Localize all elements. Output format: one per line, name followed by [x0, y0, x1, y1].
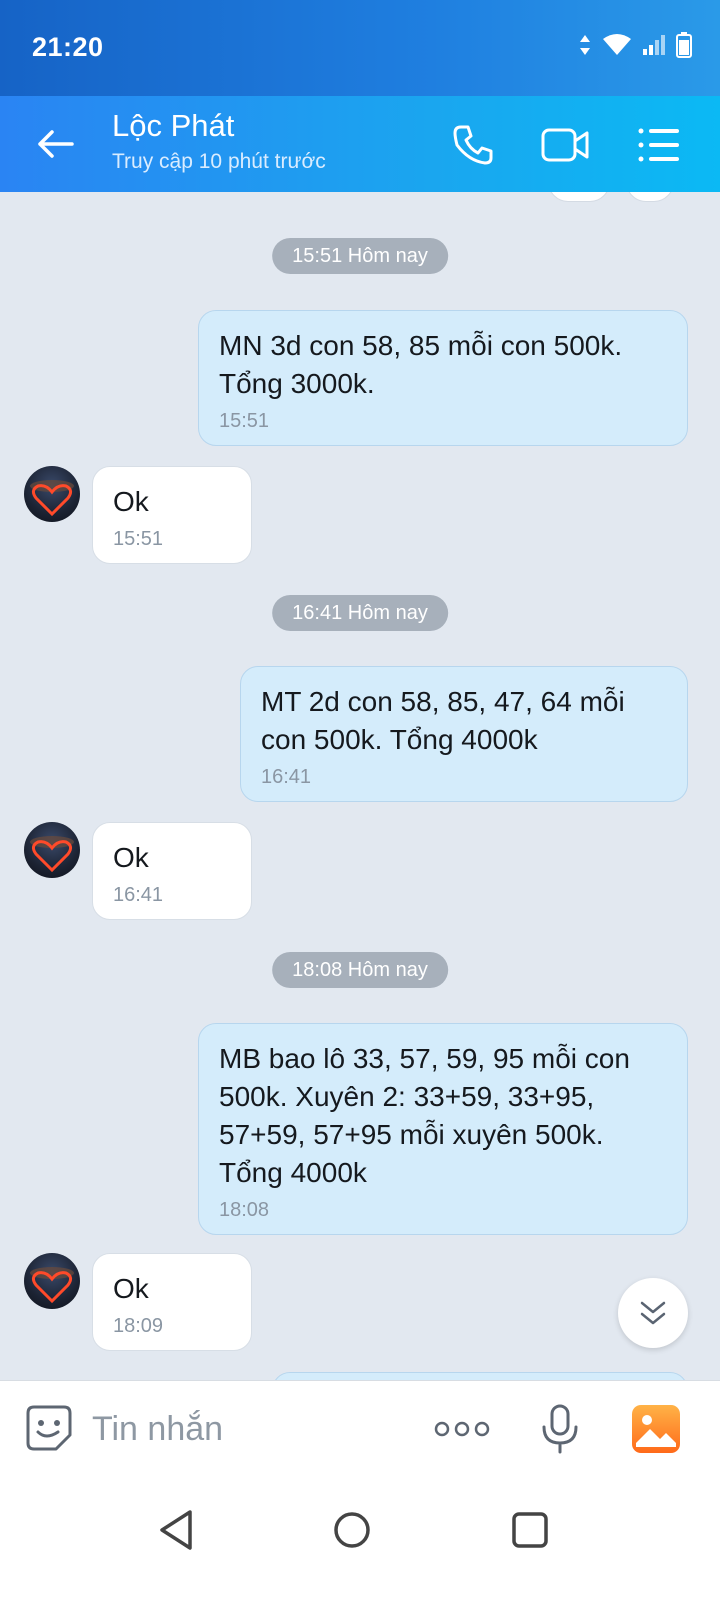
signal-icon [643, 35, 665, 55]
reaction-bubble[interactable] [626, 192, 674, 202]
message-time: 18:08 [219, 1199, 270, 1221]
message-time: 16:41 [113, 884, 164, 906]
list-menu-icon [638, 128, 679, 162]
avatar-heart-image [30, 1267, 74, 1304]
video-camera-icon [541, 128, 589, 162]
message-time: 16:41 [261, 766, 312, 788]
avatar-heart-image [30, 480, 74, 517]
time-divider: 15:51 Hôm nay [272, 238, 448, 274]
more-options-button[interactable] [434, 1407, 490, 1451]
phone-icon [453, 125, 493, 165]
double-chevron-down-icon [640, 1301, 666, 1325]
message-text: MB bao lô 33, 57, 59, 95 mỗi con [219, 1043, 630, 1074]
voice-message-button[interactable] [536, 1403, 584, 1455]
image-gallery-icon [632, 1405, 680, 1453]
scroll-to-bottom-button[interactable] [618, 1278, 688, 1348]
message-time: 18:09 [113, 1315, 164, 1337]
reaction-bubble[interactable] [548, 192, 610, 202]
message-input[interactable] [90, 1403, 414, 1455]
message-text: Ok [113, 1273, 149, 1304]
message-text: MT 2d con 58, 85, 47, 64 mỗi [261, 686, 625, 717]
arrow-left-icon [38, 130, 74, 158]
data-arrows-icon [580, 35, 590, 55]
video-call-button[interactable] [538, 118, 592, 172]
message-text: MN 3d con 58, 85 mỗi con 500k. [219, 330, 623, 361]
call-button[interactable] [446, 118, 500, 172]
message-text: Tổng 3000k. [219, 368, 375, 399]
chat-messages[interactable]: 15:51 Hôm nay MN 3d con 58, 85 mỗi con 5… [0, 192, 720, 1408]
message-outgoing[interactable]: MN 3d con 58, 85 mỗi con 500k. Tổng 3000… [198, 310, 688, 446]
contact-name[interactable]: Lộc Phát [112, 108, 234, 144]
message-incoming[interactable]: Ok 16:41 [92, 822, 252, 920]
time-divider: 16:41 Hôm nay [272, 595, 448, 631]
contact-avatar[interactable] [24, 1253, 80, 1309]
message-text: Ok [113, 486, 149, 517]
options-menu-button[interactable] [632, 118, 686, 172]
message-outgoing[interactable]: MT 2d con 58, 85, 47, 64 mỗi con 500k. T… [240, 666, 688, 802]
square-recents-icon [512, 1512, 548, 1548]
smiley-sticker-icon [26, 1405, 72, 1451]
message-outgoing[interactable]: MB bao lô 33, 57, 59, 95 mỗi con 500k. X… [198, 1023, 688, 1235]
message-incoming[interactable]: Ok 15:51 [92, 466, 252, 564]
message-text: con 500k. Tổng 4000k [261, 724, 538, 755]
message-text: Ok [113, 842, 149, 873]
contact-last-seen: Truy cập 10 phút trước [112, 150, 326, 173]
more-dots-icon [434, 1421, 490, 1437]
message-text: 57+59, 57+95 mỗi xuyên 500k. [219, 1119, 604, 1150]
nav-recents-button[interactable] [500, 1500, 560, 1560]
microphone-icon [542, 1404, 578, 1454]
status-bar: 21:20 [0, 0, 720, 96]
message-time: 15:51 [219, 410, 270, 432]
back-button[interactable] [30, 120, 82, 168]
send-image-button[interactable] [630, 1403, 682, 1455]
status-time: 21:20 [32, 32, 104, 62]
contact-avatar[interactable] [24, 466, 80, 522]
message-time: 15:51 [113, 528, 164, 550]
chat-header: Lộc Phát Truy cập 10 phút trước [0, 96, 720, 192]
system-nav-bar [0, 1476, 720, 1600]
message-text: Tổng 4000k [219, 1157, 367, 1188]
message-text: 500k. Xuyên 2: 33+59, 33+95, [219, 1081, 595, 1112]
battery-icon [676, 32, 692, 58]
circle-home-icon [334, 1512, 370, 1548]
message-incoming[interactable]: Ok 18:09 [92, 1253, 252, 1351]
status-icons [578, 32, 692, 58]
contact-avatar[interactable] [24, 822, 80, 878]
avatar-heart-image [30, 836, 74, 873]
nav-back-button[interactable] [146, 1500, 206, 1560]
nav-home-button[interactable] [322, 1500, 382, 1560]
message-input-bar [0, 1380, 720, 1477]
triangle-back-icon [160, 1510, 192, 1550]
sticker-button[interactable] [24, 1403, 74, 1453]
wifi-icon [603, 34, 631, 55]
time-divider: 18:08 Hôm nay [272, 952, 448, 988]
